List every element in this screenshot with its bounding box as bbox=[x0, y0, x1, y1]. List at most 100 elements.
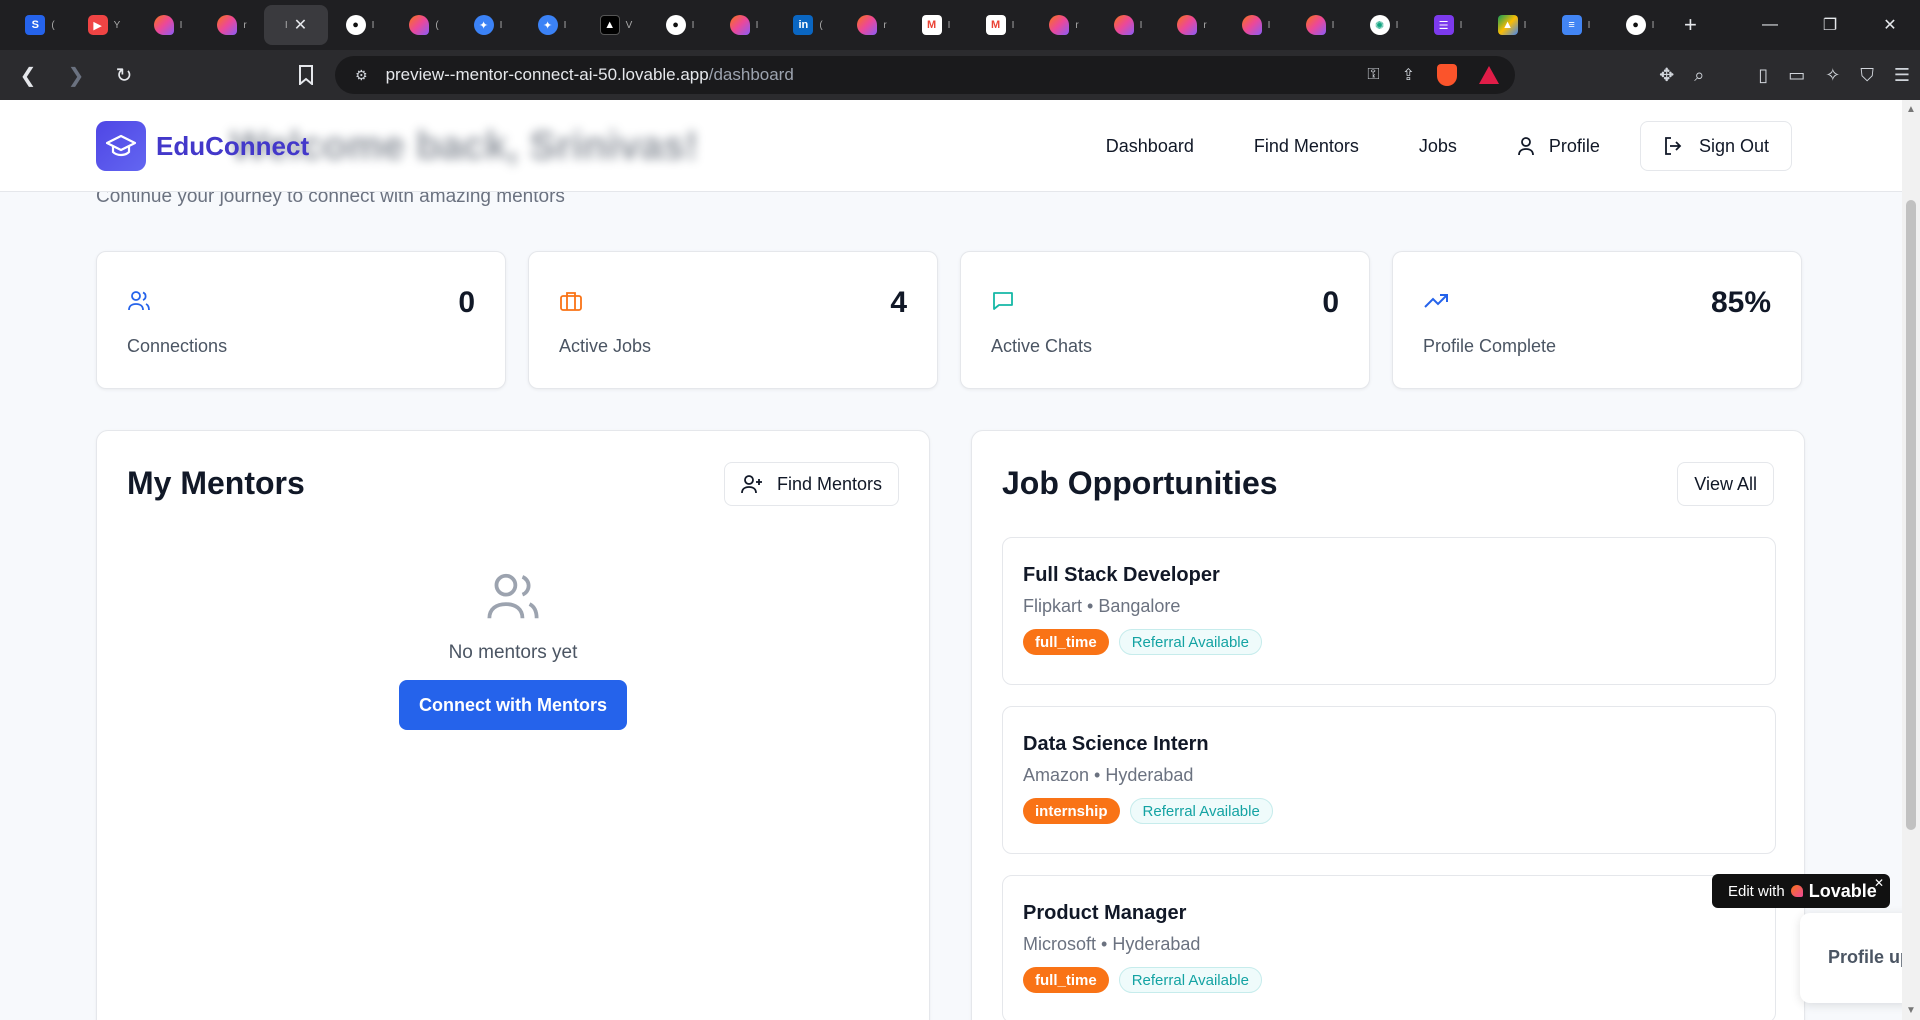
nav-find-mentors[interactable]: Find Mentors bbox=[1224, 136, 1389, 157]
wallet-icon[interactable]: ▭ bbox=[1788, 65, 1805, 86]
brave-rewards-icon[interactable] bbox=[1479, 66, 1499, 84]
profile-update-toast[interactable]: Profile up bbox=[1800, 913, 1902, 1003]
url-text: preview--mentor-connect-ai-50.lovable.ap… bbox=[385, 65, 794, 84]
sidebar-icon[interactable]: ▯ bbox=[1758, 65, 1768, 86]
reload-button[interactable]: ↻ bbox=[106, 57, 142, 93]
share-icon[interactable]: ⇪ bbox=[1402, 65, 1415, 85]
bookmark-icon[interactable] bbox=[288, 57, 324, 93]
tab-title: I bbox=[1459, 19, 1463, 31]
browser-tab[interactable]: ● I bbox=[1608, 5, 1672, 45]
browser-tab[interactable]: r bbox=[200, 5, 264, 45]
referral-badge: Referral Available bbox=[1118, 967, 1262, 993]
browser-tab[interactable]: I bbox=[1224, 5, 1288, 45]
close-badge-icon[interactable]: ✕ bbox=[1874, 876, 1884, 890]
job-card[interactable]: Data Science Intern Amazon • Hyderabad i… bbox=[1002, 706, 1776, 854]
browser-tab[interactable]: ▲ I bbox=[1480, 5, 1544, 45]
brave-shield-icon[interactable] bbox=[1437, 64, 1457, 86]
browser-tab[interactable]: S( bbox=[8, 5, 72, 45]
browser-tab[interactable]: ● I bbox=[328, 5, 392, 45]
stat-label: Active Jobs bbox=[559, 336, 652, 356]
stats-row: 0 Connections 4 Active Jobs 0 Active Cha… bbox=[96, 251, 1806, 389]
job-title: Full Stack Developer bbox=[1023, 564, 1220, 586]
leo-ai-icon[interactable]: ✧ bbox=[1825, 65, 1840, 86]
menu-icon[interactable]: ☰ bbox=[1894, 65, 1910, 86]
view-all-button[interactable]: View All bbox=[1677, 462, 1774, 506]
tab-title: I bbox=[563, 19, 567, 31]
stat-card-active-chats: 0 Active Chats bbox=[960, 251, 1370, 389]
scroll-up-arrow[interactable]: ▲ bbox=[1906, 104, 1916, 115]
connect-with-mentors-button[interactable]: Connect with Mentors bbox=[399, 680, 627, 730]
page-search-icon[interactable]: ⌕ bbox=[1694, 65, 1704, 86]
browser-tab[interactable]: ▶ Y bbox=[72, 5, 136, 45]
minimize-button[interactable]: — bbox=[1740, 0, 1800, 50]
tab-title: I bbox=[284, 19, 288, 31]
browser-tab[interactable]: ✦ I bbox=[520, 5, 584, 45]
browser-tab[interactable]: in ( bbox=[776, 5, 840, 45]
edit-with-label: Edit with bbox=[1728, 882, 1785, 900]
logo-icon[interactable] bbox=[96, 121, 146, 171]
tab-title: ( bbox=[819, 19, 823, 31]
job-card[interactable]: Full Stack Developer Flipkart • Bangalor… bbox=[1002, 537, 1776, 685]
window-controls: — ❐ ✕ bbox=[1740, 0, 1920, 50]
docs-icon: ≡ bbox=[1561, 15, 1582, 35]
browser-tab[interactable]: I bbox=[712, 5, 776, 45]
address-bar[interactable]: ⚙ preview--mentor-connect-ai-50.lovable.… bbox=[335, 56, 1515, 94]
brand-name[interactable]: EduConnect bbox=[156, 131, 309, 162]
lovable-icon bbox=[1241, 15, 1262, 35]
browser-tab[interactable]: r bbox=[1032, 5, 1096, 45]
browser-tab[interactable]: ( bbox=[392, 5, 456, 45]
referral-badge: Referral Available bbox=[1129, 798, 1273, 824]
find-mentors-button[interactable]: Find Mentors bbox=[723, 462, 899, 506]
nav-dashboard[interactable]: Dashboard bbox=[1076, 136, 1224, 157]
browser-tab[interactable]: ● I bbox=[648, 5, 712, 45]
browser-tab[interactable]: ☰ I bbox=[1416, 5, 1480, 45]
tab-title: I bbox=[1011, 19, 1015, 31]
sign-out-button[interactable]: Sign Out bbox=[1639, 121, 1792, 171]
nav-profile[interactable]: Profile bbox=[1487, 136, 1630, 157]
job-opportunities-title: Job Opportunities bbox=[1002, 465, 1278, 501]
vpn-icon[interactable]: ⛉ bbox=[1860, 65, 1874, 86]
find-mentors-label: Find Mentors bbox=[776, 473, 882, 494]
main-nav: Dashboard Find Mentors Jobs Profile Sign… bbox=[1076, 121, 1792, 171]
key-icon[interactable]: ⚿ bbox=[1367, 66, 1379, 84]
job-company-location: Amazon • Hyderabad bbox=[1023, 765, 1194, 785]
tab-title: I bbox=[755, 19, 759, 31]
new-tab-button[interactable]: + bbox=[1684, 12, 1697, 38]
browser-tab[interactable]: I bbox=[1288, 5, 1352, 45]
page-scrollbar[interactable]: ▲ ▼ bbox=[1902, 100, 1920, 1020]
browser-tab[interactable]: MI bbox=[968, 5, 1032, 45]
back-button[interactable]: ❮ bbox=[10, 57, 46, 93]
browser-tab[interactable]: I bbox=[1096, 5, 1160, 45]
gmail-icon: M bbox=[921, 15, 942, 35]
restore-button[interactable]: ❐ bbox=[1800, 0, 1860, 50]
lovable-icon bbox=[1113, 15, 1134, 35]
job-card[interactable]: Product Manager Microsoft • Hyderabad fu… bbox=[1002, 875, 1776, 1020]
lovable-icon bbox=[217, 15, 238, 35]
browser-tab[interactable]: ▲ V bbox=[584, 5, 648, 45]
site-info-icon[interactable]: ⚙ bbox=[355, 67, 368, 84]
referral-badge: Referral Available bbox=[1118, 629, 1262, 655]
browser-tab[interactable]: I bbox=[136, 5, 200, 45]
browser-tab[interactable]: ✦ I bbox=[456, 5, 520, 45]
lovable-icon bbox=[409, 15, 430, 35]
close-tab-icon[interactable]: ✕ bbox=[294, 15, 307, 35]
browser-tab[interactable]: r bbox=[840, 5, 904, 45]
nav-jobs[interactable]: Jobs bbox=[1389, 136, 1487, 157]
scrollbar-thumb[interactable] bbox=[1906, 200, 1916, 830]
dove-icon: ✦ bbox=[537, 15, 558, 35]
browser-tab[interactable]: ✺ I bbox=[1352, 5, 1416, 45]
lovable-heart-icon bbox=[1790, 885, 1803, 897]
job-type-badge: full_time bbox=[1023, 967, 1109, 993]
nav-profile-label: Profile bbox=[1548, 135, 1600, 156]
browser-tab[interactable]: ≡ I bbox=[1544, 5, 1608, 45]
tab-title: I bbox=[947, 19, 951, 31]
extensions-icon[interactable]: ✥ bbox=[1659, 65, 1674, 86]
scroll-down-arrow[interactable]: ▼ bbox=[1906, 1005, 1916, 1016]
browser-tab[interactable]: MI bbox=[904, 5, 968, 45]
browser-tab[interactable]: r bbox=[1160, 5, 1224, 45]
tab-title: I bbox=[371, 19, 375, 31]
edit-with-lovable-badge[interactable]: Edit with Lovable ✕ bbox=[1712, 874, 1890, 908]
browser-tab[interactable]: I ✕ bbox=[264, 5, 328, 45]
forward-button[interactable]: ❯ bbox=[58, 57, 94, 93]
close-window-button[interactable]: ✕ bbox=[1860, 0, 1920, 50]
